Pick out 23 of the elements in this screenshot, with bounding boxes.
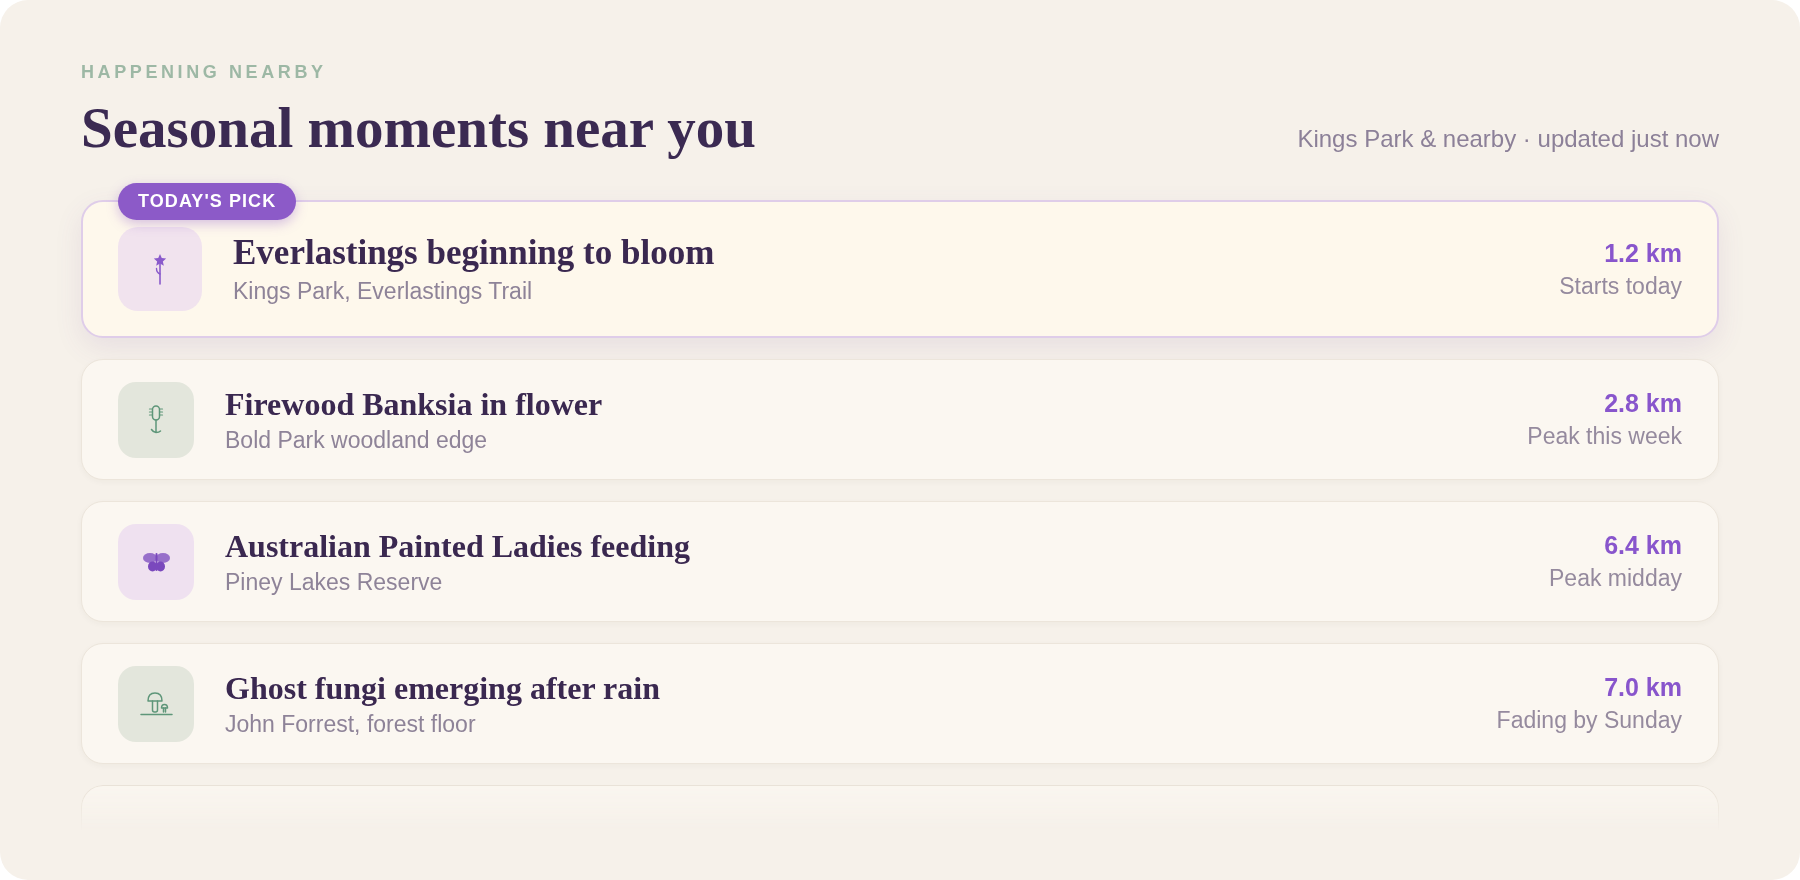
event-card[interactable]: Ghost fungi emerging after rain John Forrest, forest floor 7.0 km Fading by Sunday — [81, 643, 1719, 764]
distance-text: 2.8 km — [1604, 388, 1682, 418]
event-card[interactable]: Australian Painted Ladies feeding Piney Lakes Reserve 6.4 km Peak midday — [81, 501, 1719, 622]
section-eyebrow: HAPPENING NEARBY — [81, 61, 327, 83]
event-location: Kings Park, Everlastings Trail — [233, 277, 533, 306]
timing-text: Peak this week — [1527, 422, 1682, 451]
distance-text: 7.0 km — [1604, 672, 1682, 702]
timing-text: Fading by Sunday — [1496, 706, 1682, 735]
distance-text: 6.4 km — [1604, 530, 1682, 560]
event-location: John Forrest, forest floor — [225, 709, 476, 739]
event-title: Ghost fungi emerging after rain — [225, 668, 660, 707]
location-status: Kings Park & nearby · updated just now — [1297, 124, 1719, 154]
pick-badge: TODAY'S PICK — [118, 183, 297, 220]
page-title: Seasonal moments near you — [81, 96, 757, 159]
distance-text: 1.2 km — [1604, 237, 1682, 268]
event-title: Firewood Banksia in flower — [225, 384, 603, 423]
timing-text: Starts today — [1559, 271, 1682, 301]
event-location: Bold Park woodland edge — [225, 425, 488, 455]
timing-text: Peak midday — [1549, 564, 1682, 593]
event-location: Piney Lakes Reserve — [225, 567, 443, 597]
event-title: Australian Painted Ladies feeding — [225, 526, 690, 565]
event-title: Everlastings beginning to bloom — [233, 232, 715, 274]
event-card[interactable]: Firewood Banksia in flower Bold Park woodland edge 2.8 km Peak this week — [81, 359, 1719, 480]
